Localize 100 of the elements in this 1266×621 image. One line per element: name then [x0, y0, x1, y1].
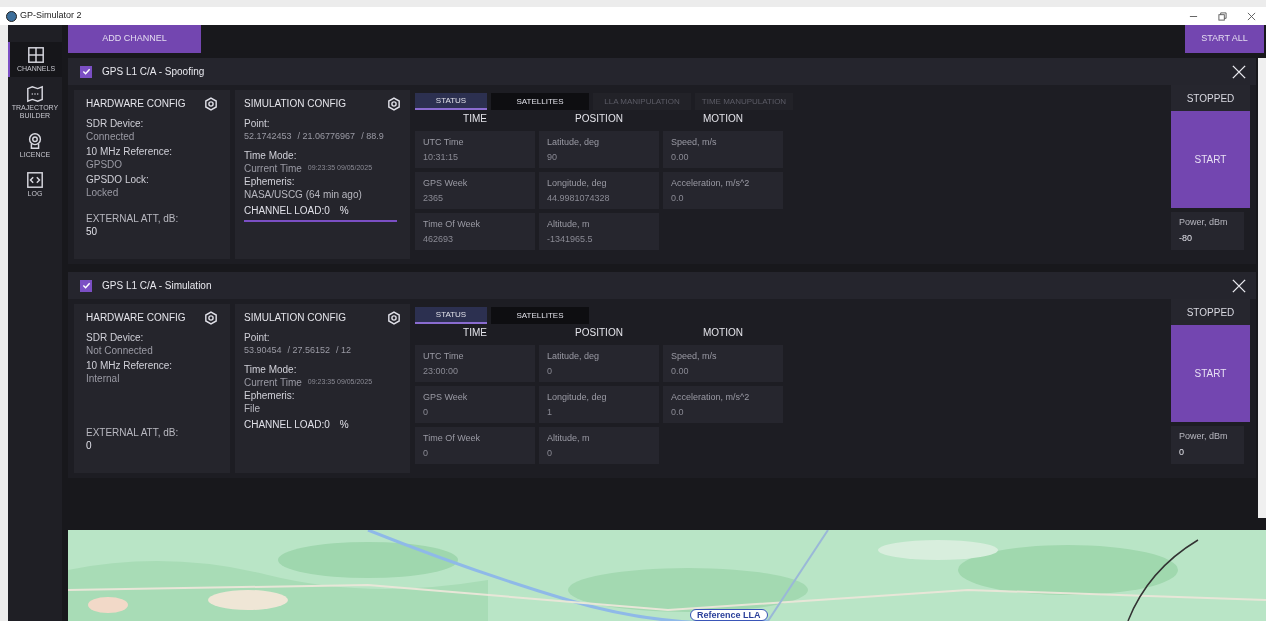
cell-label: GPS Week [423, 177, 469, 189]
map-marker-label: Reference LLA [690, 609, 768, 621]
column-heading: POSITION [574, 326, 624, 340]
field-value: File [244, 402, 262, 415]
field-label: Time Mode: [244, 149, 298, 162]
start-button[interactable]: START [1171, 111, 1250, 208]
map-icon [26, 85, 44, 103]
field-label: Point: [244, 331, 271, 344]
field-value: NASA/USCG (64 min ago) [244, 188, 363, 201]
map-view[interactable]: Reference LLA [68, 530, 1266, 621]
field-value: Not Connected [86, 344, 154, 357]
coordinate-value: / 12 [336, 344, 352, 357]
load-label: CHANNEL LOAD:0 [244, 418, 330, 432]
cell-value: 0.00 [671, 365, 690, 377]
field-value: GPSDO [86, 158, 124, 171]
channel-title: GPS L1 C/A - Simulation [102, 279, 213, 293]
load-unit: % [339, 204, 349, 218]
restore-icon[interactable] [1218, 11, 1227, 21]
cell-label: UTC Time [423, 350, 465, 362]
cell-label: Longitude, deg [547, 391, 608, 403]
cell-value: 0 [423, 447, 429, 459]
field-value: Connected [86, 130, 136, 143]
cell-value: 0 [423, 406, 429, 418]
column-heading: TIME [462, 326, 488, 340]
field-value: 0 [1179, 445, 1185, 459]
check-icon [81, 67, 91, 76]
checkbox[interactable] [80, 65, 92, 78]
cell-label: Acceleration, m/s^2 [671, 177, 751, 189]
panel-title: SIMULATION CONFIG [244, 311, 347, 325]
settings-icon[interactable] [387, 310, 401, 325]
coordinate-value: / 27.56152 [287, 344, 331, 357]
settings-icon[interactable] [204, 96, 218, 111]
field-value: Current Time [244, 162, 302, 175]
cell-label: Latitude, deg [547, 136, 601, 148]
field-label: Power, dBm [1179, 430, 1229, 443]
tab[interactable]: STATUS [415, 93, 487, 110]
cell-value: 0 [547, 365, 553, 377]
cell-label: Time Of Week [423, 218, 481, 230]
field-label: Power, dBm [1179, 216, 1229, 229]
field-label: EXTERNAL ATT, dB: [86, 212, 180, 225]
tab[interactable]: STATUS [415, 307, 487, 324]
field-value: -80 [1179, 231, 1193, 245]
field-label: EXTERNAL ATT, dB: [86, 426, 180, 439]
add-channel-button[interactable]: ADD CHANNEL [68, 25, 201, 53]
cell-label: Altitude, m [547, 218, 591, 230]
field-label: SDR Device: [86, 117, 145, 130]
load-unit: % [339, 418, 349, 432]
cell-value: 23:00:00 [423, 365, 460, 377]
cell-value: 10:31:15 [423, 151, 460, 163]
cell-label: UTC Time [423, 136, 465, 148]
scrollbar[interactable] [1258, 58, 1266, 518]
cell-label: Speed, m/s [671, 136, 718, 148]
panel-title: HARDWARE CONFIG [86, 97, 186, 111]
window-title: GP-Simulator 2 [20, 9, 83, 23]
cell-value: 0.00 [671, 151, 690, 163]
check-icon [81, 281, 91, 290]
field-value: Current Time [244, 376, 302, 389]
start-button[interactable]: START [1171, 325, 1250, 422]
close-icon[interactable] [1247, 11, 1256, 21]
cell-value: 2365 [423, 192, 445, 204]
column-heading: POSITION [574, 112, 624, 126]
cell-value: 44.9981074328 [547, 192, 611, 204]
cell-value: 90 [547, 151, 558, 163]
cell-value: 0.0 [671, 406, 685, 418]
cell-value: -1341965.5 [547, 233, 594, 245]
badge-icon [26, 132, 44, 150]
cell-label: Latitude, deg [547, 350, 601, 362]
cell-value: 1 [547, 406, 553, 418]
cell-value: 0.0 [671, 192, 685, 204]
tab[interactable]: SATELLITES [491, 93, 589, 110]
settings-icon[interactable] [204, 310, 218, 325]
field-label: Ephemeris: [244, 175, 296, 188]
grid-icon [27, 46, 45, 64]
field-value: Internal [86, 372, 121, 385]
panel-title: SIMULATION CONFIG [244, 97, 347, 111]
channel-title: GPS L1 C/A - Spoofing [102, 65, 206, 79]
start-all-button[interactable]: START ALL [1185, 25, 1264, 53]
coordinate-value: 53.90454 [244, 344, 282, 357]
load-label: CHANNEL LOAD:0 [244, 204, 330, 218]
column-heading: TIME [462, 112, 488, 126]
field-label: Ephemeris: [244, 389, 296, 402]
field-label: 10 MHz Reference: [86, 359, 174, 372]
cell-label: Longitude, deg [547, 177, 608, 189]
column-heading: MOTION [702, 326, 744, 340]
field-value: 0 [86, 439, 93, 453]
app-logo-icon [6, 10, 17, 22]
cell-value: 462693 [423, 233, 455, 245]
status-label: STOPPED [1171, 299, 1250, 325]
code-icon [26, 171, 44, 189]
field-value: 50 [86, 225, 99, 239]
field-label: 10 MHz Reference: [86, 145, 174, 158]
checkbox[interactable] [80, 279, 92, 292]
cell-value: 0 [547, 447, 553, 459]
field-label: Point: [244, 117, 271, 130]
coordinate-value: 52.1742453 [244, 130, 292, 143]
settings-icon[interactable] [387, 96, 401, 111]
tab[interactable]: SATELLITES [491, 307, 589, 324]
panel-title: HARDWARE CONFIG [86, 311, 186, 325]
status-label: STOPPED [1171, 85, 1250, 111]
coordinate-value: / 21.06776967 [297, 130, 356, 143]
